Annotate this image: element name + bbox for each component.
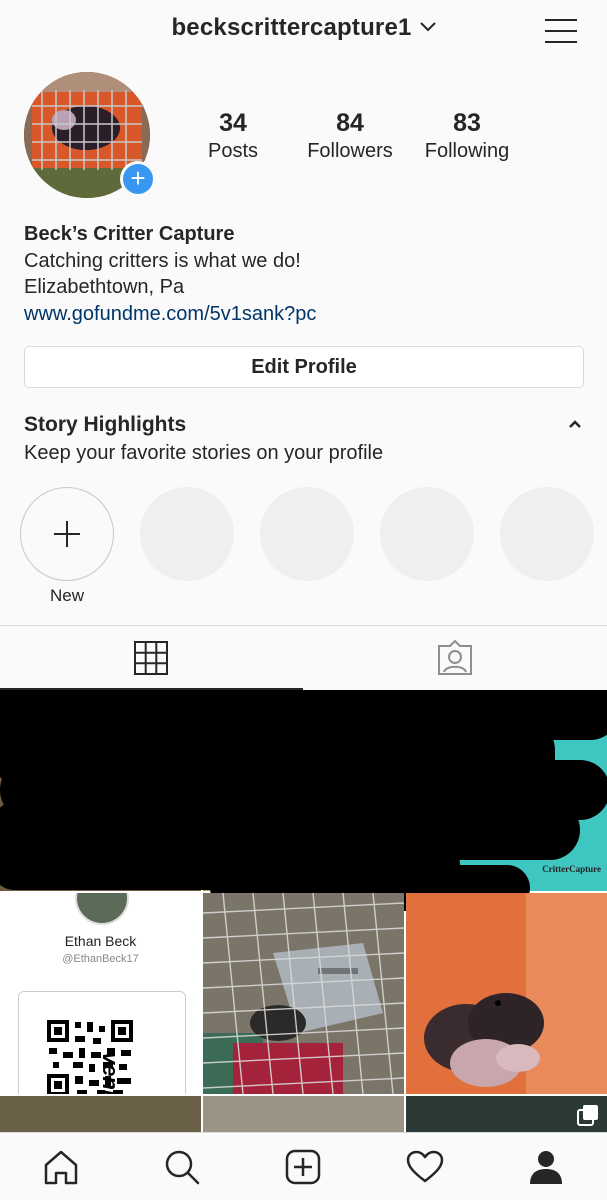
stat-label: Followers: [307, 140, 393, 162]
venmo-name: Ethan Beck: [64, 933, 137, 949]
venmo-logo: venmo: [98, 1052, 123, 1094]
stat-count: 34: [219, 109, 247, 137]
highlight-placeholder: [500, 487, 594, 581]
edit-profile-button[interactable]: Edit Profile: [24, 346, 584, 388]
grid-view-icon[interactable]: [131, 638, 171, 678]
post-thumbnail[interactable]: [0, 1096, 201, 1132]
chevron-down-icon: [419, 21, 436, 32]
highlights-title: Story Highlights: [24, 413, 187, 436]
highlight-placeholder: [140, 487, 234, 581]
profile-bio: Beck’s Critter Capture Catching critters…: [24, 221, 316, 327]
stat-posts[interactable]: 34 Posts: [178, 108, 288, 164]
home-icon[interactable]: [41, 1147, 81, 1187]
new-highlight-label: New: [49, 586, 84, 605]
stat-count: 84: [336, 109, 364, 137]
watermark-text: CritterCapture: [542, 864, 601, 874]
venmo-card: venmo: [18, 991, 186, 1094]
new-post-icon[interactable]: [283, 1147, 323, 1187]
profile-icon[interactable]: [526, 1147, 566, 1187]
post-thumbnail[interactable]: [203, 1096, 404, 1132]
new-highlight-button[interactable]: [20, 487, 114, 581]
highlight-placeholder: [380, 487, 474, 581]
stat-label: Posts: [207, 140, 259, 162]
profile-name: Beck’s Critter Capture: [24, 223, 235, 245]
top-bar: beckscrittercapture1: [0, 0, 607, 66]
stat-count: 83: [453, 109, 481, 137]
venmo-avatar: [75, 893, 129, 925]
bio-line: Catching critters is what we do!: [24, 249, 301, 272]
post-thumbnail[interactable]: [406, 1096, 607, 1132]
bottom-tab-bar: [0, 1132, 607, 1200]
add-story-icon[interactable]: +: [120, 161, 156, 197]
activity-heart-icon[interactable]: [405, 1147, 445, 1187]
venmo-handle: @EthanBeck17: [62, 953, 139, 965]
username-label: beckscrittercapture1: [171, 14, 412, 41]
stat-followers[interactable]: 84 Followers: [295, 108, 405, 164]
post-thumbnail[interactable]: [203, 893, 404, 1094]
highlight-placeholder: [260, 487, 354, 581]
bio-link[interactable]: www.gofundme.com/5v1sank?pc: [24, 301, 316, 328]
hamburger-menu-icon[interactable]: [545, 17, 577, 45]
multiple-photos-icon: [577, 1105, 598, 1126]
account-switcher[interactable]: beckscrittercapture1: [0, 14, 607, 42]
highlights-subtitle: Keep your favorite stories on your profi…: [24, 442, 384, 464]
stat-label: Following: [424, 140, 510, 162]
tagged-photos-icon[interactable]: [435, 638, 475, 678]
post-thumbnail[interactable]: [406, 893, 607, 1094]
post-thumbnail-venmo[interactable]: Ethan Beck @EthanBeck17 venmo: [0, 893, 201, 1094]
posts-grid: CritterCapture Ethan Beck @EthanBeck17 v…: [0, 690, 607, 1132]
collapse-caret-icon[interactable]: [568, 419, 582, 429]
divider: [0, 625, 607, 626]
profile-avatar[interactable]: +: [24, 72, 156, 198]
search-icon[interactable]: [162, 1147, 202, 1187]
bio-location: Elizabethtown, Pa: [24, 276, 185, 298]
stat-following[interactable]: 83 Following: [412, 108, 522, 164]
